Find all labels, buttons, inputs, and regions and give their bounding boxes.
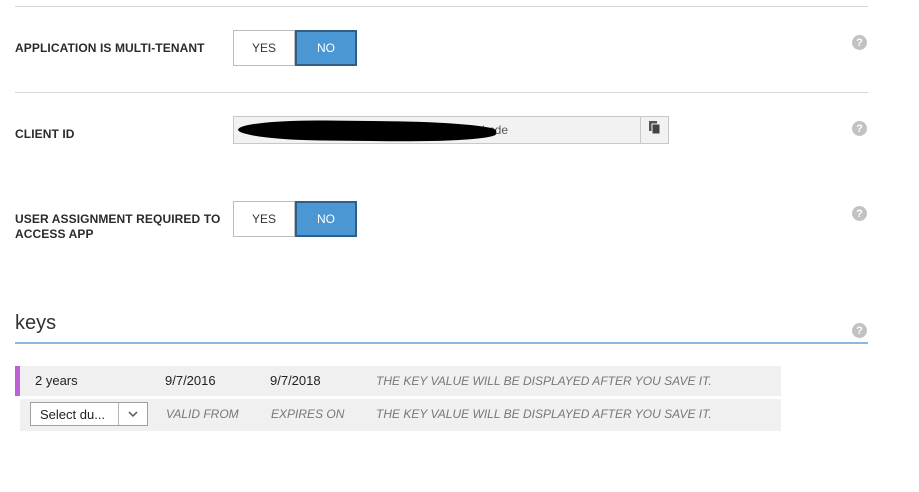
client-id-help-icon[interactable]: ? — [852, 121, 867, 136]
duration-select[interactable]: Select du... — [30, 402, 148, 426]
new-key-value-note: THE KEY VALUE WILL BE DISPLAYED AFTER YO… — [376, 407, 712, 421]
multi-tenant-toggle[interactable]: YES NO — [233, 30, 357, 66]
divider — [15, 6, 868, 7]
user-assignment-no-button[interactable]: NO — [295, 201, 357, 237]
new-key-row: Select du... VALID FROM EXPIRES ON THE K… — [20, 399, 781, 431]
user-assignment-label-line1: USER ASSIGNMENT REQUIRED TO — [15, 212, 221, 226]
client-id-field[interactable]: ...bcde — [233, 116, 669, 144]
multi-tenant-help-icon[interactable]: ? — [852, 35, 867, 50]
client-id-label: CLIENT ID — [15, 127, 75, 141]
divider — [15, 92, 868, 93]
app-configuration-page: APPLICATION IS MULTI-TENANT YES NO ? CLI… — [0, 0, 919, 492]
copy-icon — [648, 120, 662, 141]
copy-button[interactable] — [640, 117, 668, 143]
multi-tenant-no-button[interactable]: NO — [295, 30, 357, 66]
redaction-mark — [237, 119, 497, 143]
keys-underline — [15, 342, 868, 344]
key-duration: 2 years — [35, 373, 78, 388]
chevron-down-icon[interactable] — [118, 403, 147, 425]
multi-tenant-label: APPLICATION IS MULTI-TENANT — [15, 41, 205, 55]
keys-section-title: keys — [15, 312, 57, 334]
expires-on-placeholder: EXPIRES ON — [271, 407, 345, 421]
user-assignment-help-icon[interactable]: ? — [852, 206, 867, 221]
multi-tenant-yes-button[interactable]: YES — [233, 30, 295, 66]
user-assignment-label-line2: ACCESS APP — [15, 227, 94, 241]
duration-select-value: Select du... — [40, 407, 106, 422]
key-valid-from: 9/7/2016 — [165, 373, 216, 388]
user-assignment-toggle[interactable]: YES NO — [233, 201, 357, 237]
keys-help-icon[interactable]: ? — [852, 323, 867, 338]
user-assignment-label: USER ASSIGNMENT REQUIRED TO ACCESS APP — [15, 212, 220, 242]
row-accent — [15, 366, 20, 396]
key-value-note: THE KEY VALUE WILL BE DISPLAYED AFTER YO… — [376, 374, 712, 388]
user-assignment-yes-button[interactable]: YES — [233, 201, 295, 237]
key-row: 2 years 9/7/2016 9/7/2018 THE KEY VALUE … — [15, 366, 781, 396]
key-expires-on: 9/7/2018 — [270, 373, 321, 388]
valid-from-placeholder: VALID FROM — [166, 407, 239, 421]
